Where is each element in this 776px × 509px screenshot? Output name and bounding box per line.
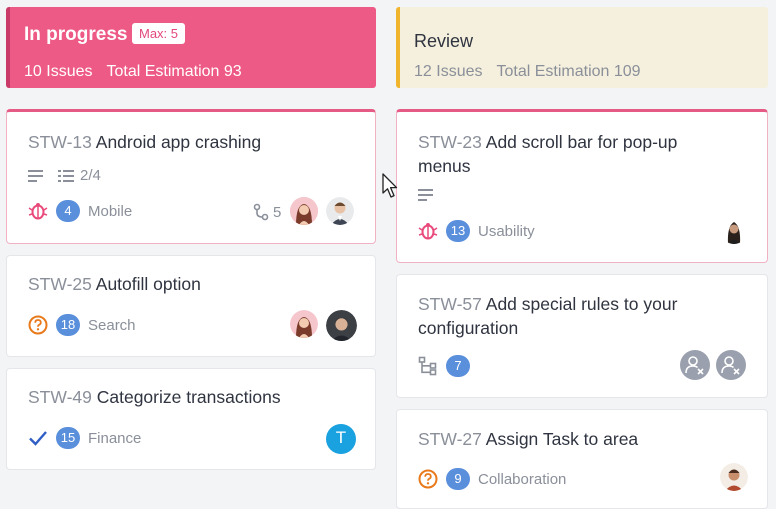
question-icon [28,315,48,335]
issue-summary: Android app crashing [95,132,262,152]
assignee-avatar[interactable]: T [326,424,356,454]
card-title[interactable]: STW-25 Autofill option [28,272,201,296]
story-points-badge: 15 [56,427,80,449]
mouse-pointer-icon [382,173,398,198]
card-title[interactable]: STW-57 Add special rules to your configu… [418,292,738,340]
card-title[interactable]: STW-27 Assign Task to area [418,427,638,451]
unassigned-avatar-icon[interactable] [680,350,710,380]
assignee-avatar[interactable] [720,216,748,244]
issue-summary-line: configuration [418,318,519,338]
issue-card[interactable]: STW-49 Categorize transactions 15 Financ… [6,368,376,470]
description-icon [418,189,433,201]
card-title[interactable]: STW-23 Add scroll bar for pop-up menus [418,130,738,178]
column-header-in-progress[interactable]: In progress Max: 5 10 Issues Total Estima… [6,7,376,88]
column-title: Review [414,31,474,51]
checklist-icon [58,169,74,182]
assignee-avatar[interactable] [290,310,318,338]
assignee-avatar[interactable] [326,197,354,225]
bug-icon [418,223,438,240]
issue-key: STW-57 [418,294,482,314]
card-meta: 4 Mobile [28,200,132,222]
card-meta: 13 Usability [418,220,535,242]
issue-summary-line: menus [418,156,471,176]
card-indicators: 2/4 [28,167,101,184]
issue-card[interactable]: STW-25 Autofill option 18 Search [6,255,376,357]
checklist-progress: 2/4 [80,167,101,184]
total-estimation: Total Estimation 109 [496,63,641,80]
issue-card[interactable]: STW-13 Android app crashing 2/4 4 Mobile… [6,109,376,244]
issue-card[interactable]: STW-57 Add special rules to your configu… [396,274,768,398]
issue-key: STW-49 [28,387,92,407]
column-header-review[interactable]: Review 12 Issues Total Estimation 109 [396,7,768,88]
total-estimation: Total Estimation 93 [106,63,242,80]
issue-card[interactable]: STW-27 Assign Task to area 9 Collaborati… [396,409,768,509]
column-title: In progress [24,24,128,45]
component-label: Mobile [88,202,133,220]
wip-limit-badge: Max: 5 [132,23,186,44]
issue-summary-line: Add special rules to your [485,294,678,314]
story-points-badge: 18 [56,314,80,336]
issue-key: STW-27 [418,429,482,449]
subtask-tree-icon [418,356,437,376]
card-meta: 7 [418,355,470,377]
issue-key: STW-25 [28,274,92,294]
description-icon [28,169,43,182]
component-label: Usability [478,222,535,240]
bug-icon [28,203,48,220]
subtask-link-icon [253,203,269,221]
issue-card[interactable]: STW-23 Add scroll bar for pop-up menus 1… [396,109,768,263]
card-indicators [418,188,434,202]
subtask-count: 5 [253,203,281,221]
component-label: Collaboration [478,470,567,488]
unassigned-avatar-icon[interactable] [716,350,746,380]
question-icon [418,469,438,489]
issue-key: STW-13 [28,132,92,152]
issue-key: STW-23 [418,132,482,152]
card-meta: 18 Search [28,314,136,336]
card-title[interactable]: STW-13 Android app crashing [28,130,261,154]
card-title[interactable]: STW-49 Categorize transactions [28,385,281,409]
card-meta: 15 Finance [28,427,141,449]
issue-count: 10 Issues [24,63,93,80]
story-points-badge: 4 [56,200,80,222]
story-points-badge: 13 [446,220,470,242]
column-stats: 12 Issues Total Estimation 109 [414,63,641,81]
issue-summary: Categorize transactions [96,387,281,407]
component-label: Finance [88,429,142,447]
issue-summary: Autofill option [95,274,201,294]
issue-count: 12 Issues [414,63,483,80]
story-points-badge: 7 [446,355,470,377]
card-meta: 9 Collaboration [418,468,566,490]
column-stats: 10 Issues Total Estimation 93 [24,63,242,81]
column-in-progress: In progress Max: 5 10 Issues Total Estima… [6,0,378,482]
issue-summary-line: Add scroll bar for pop-up [485,132,678,152]
component-label: Search [88,316,136,334]
assignee-avatar[interactable] [326,310,357,341]
story-points-badge: 9 [446,468,470,490]
column-review: Review 12 Issues Total Estimation 109 STW… [396,0,768,509]
issue-summary: Assign Task to area [485,429,639,449]
assignee-avatar[interactable] [720,463,748,491]
check-icon [29,431,47,446]
assignee-avatar[interactable] [290,197,318,225]
